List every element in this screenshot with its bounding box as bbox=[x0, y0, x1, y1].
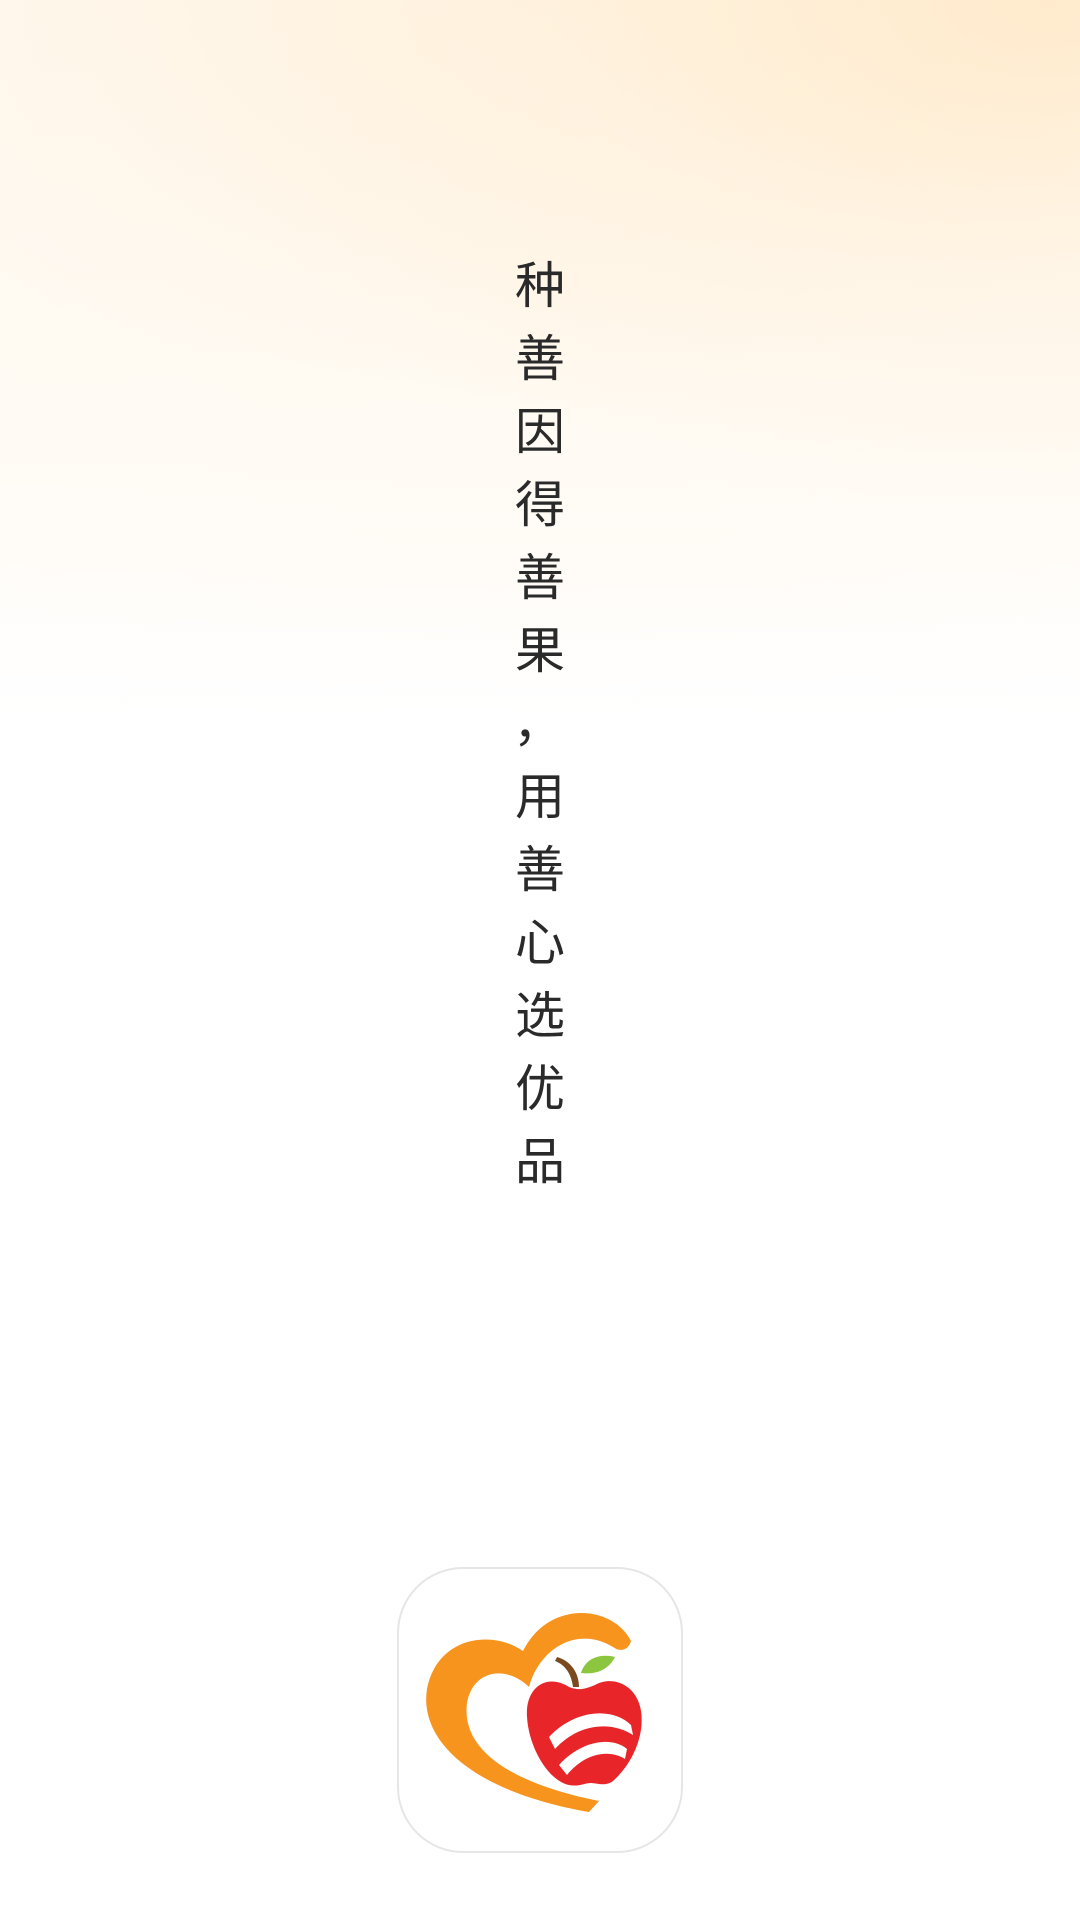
slogan-char: 因 bbox=[515, 403, 565, 461]
slogan-char: 选 bbox=[515, 987, 565, 1045]
slogan-char: 种 bbox=[515, 257, 565, 315]
app-logo bbox=[397, 1567, 683, 1853]
slogan-char: 用 bbox=[515, 768, 565, 826]
slogan-char: 优 bbox=[515, 1060, 565, 1118]
slogan-char: 果 bbox=[515, 622, 565, 680]
apple-leaf bbox=[581, 1655, 615, 1674]
slogan-char: 心 bbox=[515, 914, 565, 972]
slogan-char: 善 bbox=[515, 330, 565, 388]
apple-body bbox=[526, 1681, 642, 1786]
slogan-char: 善 bbox=[515, 549, 565, 607]
slogan-char: 善 bbox=[515, 841, 565, 899]
slogan-comma: ， bbox=[513, 695, 563, 753]
heart-apple-logo-icon bbox=[426, 1612, 642, 1812]
splash-screen: 种 善 因 得 善 果 ， 用 善 心 选 优 品 bbox=[0, 0, 1080, 1920]
slogan-char: 品 bbox=[515, 1133, 565, 1191]
slogan-vertical-text: 种 善 因 得 善 果 ， 用 善 心 选 优 品 bbox=[505, 250, 575, 1199]
slogan-char: 得 bbox=[515, 476, 565, 534]
